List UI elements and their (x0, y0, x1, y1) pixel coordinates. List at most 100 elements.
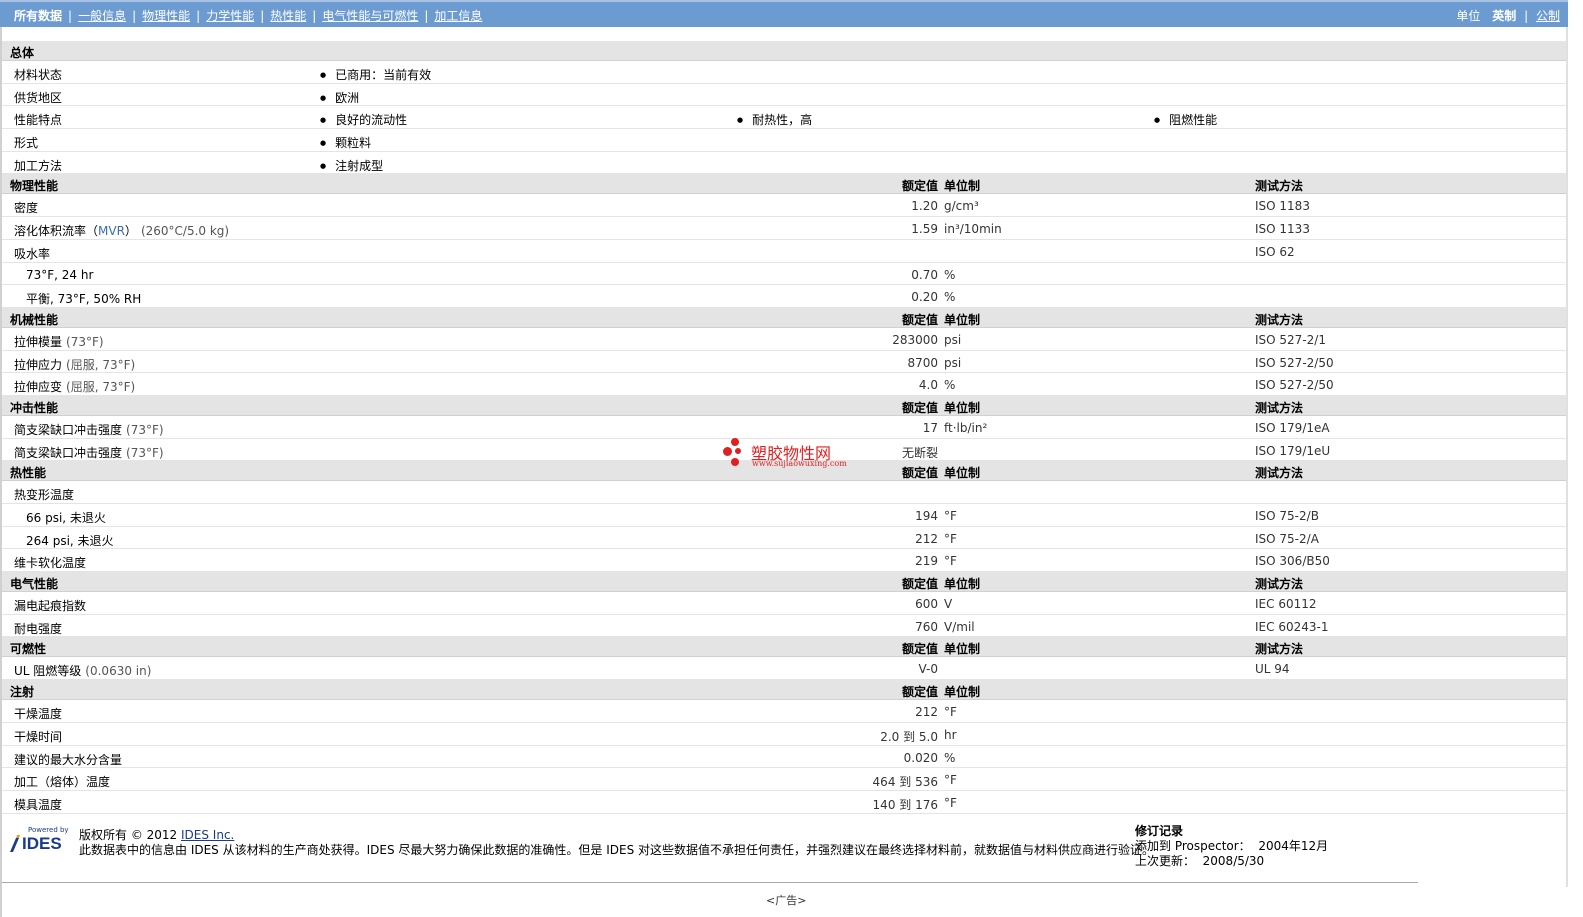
property-value: 无断裂 (901, 445, 938, 460)
property-row: 干燥温度 212 °F (2, 700, 1566, 723)
general-row-item: 耐热性，高 (737, 111, 812, 128)
revision-history: 修订记录 添加到 Prospector： 2004年12月 上次更新： 2008… (1135, 824, 1328, 869)
property-name: 吸水率 (14, 245, 50, 262)
general-row-item: 注射成型 (320, 157, 383, 174)
property-row: 干燥时间 2.0 到 5.0 hr (2, 723, 1566, 746)
property-method: ISO 306/B50 (1255, 554, 1330, 569)
property-value: 4.0 (918, 378, 938, 393)
general-row-label: 加工方法 (14, 158, 63, 173)
property-abbr: MVR (98, 224, 125, 239)
property-name-text: 264 psi, 未退火 (26, 533, 114, 548)
property-name-text: UL 阻燃等级 (14, 664, 82, 679)
property-unit: °F (944, 509, 957, 523)
property-value: 219 (915, 554, 938, 569)
property-value: 0.70 (911, 267, 938, 282)
general-row-item: 欧洲 (320, 89, 359, 106)
property-name-text: 耐电强度 (14, 621, 63, 636)
ides-logo: Powered by IDES (8, 826, 74, 858)
section-header: 注射 额定值 单位制 (2, 680, 1566, 701)
property-name: 模具温度 (14, 796, 62, 813)
property-name: 干燥温度 (14, 705, 62, 722)
property-name: 干燥时间 (14, 728, 62, 745)
property-unit: °F (944, 773, 957, 788)
header-method: 测试方法 (1255, 400, 1304, 415)
tab-3[interactable]: 力学性能 (206, 9, 254, 23)
unit-metric-link[interactable]: 公制 (1536, 9, 1560, 23)
section-header: 电气性能 额定值 单位制 测试方法 (2, 572, 1566, 593)
tab-6[interactable]: 加工信息 (434, 9, 482, 23)
section-title: 总体 (10, 46, 35, 60)
general-row-item: 良好的流动性 (320, 111, 407, 128)
property-value: V-0 (918, 662, 938, 677)
property-method: ISO 179/1eU (1255, 443, 1331, 458)
ides-inc-link[interactable]: IDES Inc. (181, 828, 234, 842)
property-row: 模具温度 140 到 176 °F (2, 791, 1566, 814)
units-label: 单位 (1456, 9, 1481, 23)
powered-by-text: Powered by (28, 826, 69, 834)
general-row: 性能特点 良好的流动性 耐热性，高 阻燃性能 (2, 106, 1566, 130)
header-unit: 单位制 (944, 685, 981, 700)
section-header: 机械性能 额定值 单位制 测试方法 (2, 307, 1566, 328)
property-name: 264 psi, 未退火 (26, 532, 114, 549)
general-row: 形式 颗粒料 (2, 129, 1566, 152)
property-row: 建议的最大水分含量 0.020% (2, 746, 1566, 769)
property-name: 加工（熔体）温度 (14, 773, 110, 790)
property-value: 212 (915, 705, 938, 720)
ad-label: <广告> (766, 894, 807, 907)
property-name: 拉伸应力 (屈服, 73°F) (14, 356, 135, 373)
general-row: 加工方法 注射成型 (2, 152, 1566, 175)
property-name: 漏电起痕指数 (14, 597, 86, 614)
tab-0[interactable]: 所有数据 (14, 9, 62, 23)
header-unit: 单位制 (944, 179, 981, 194)
property-row: 热变形温度 (2, 481, 1566, 504)
property-name: 建议的最大水分含量 (14, 751, 122, 768)
rev-added-label: 添加到 Prospector： (1135, 839, 1251, 853)
property-name: 维卡软化温度 (14, 554, 86, 571)
property-value: 194 (915, 509, 938, 523)
property-unit: °F (944, 705, 957, 720)
general-row-label: 材料状态 (14, 68, 63, 82)
property-name-text: 加工（熔体）温度 (14, 775, 111, 790)
property-name: 66 psi, 未退火 (26, 509, 106, 526)
property-name: 溶化体积流率（MVR） (260°C/5.0 kg) (14, 222, 229, 239)
property-unit: % (944, 290, 956, 305)
header-value: 额定值 (901, 400, 938, 415)
property-row: UL 阻燃等级 (0.0630 in) V-0 UL 94 (2, 657, 1566, 681)
property-name: 简支梁缺口冲击强度 (73°F) (14, 421, 164, 438)
section-header-general: 总体 (2, 41, 1566, 61)
tab-5[interactable]: 电气性能与可燃性 (322, 9, 418, 23)
tab-4[interactable]: 热性能 (270, 9, 306, 23)
property-unit: % (944, 267, 956, 282)
unit-english-option[interactable]: 英制 (1492, 9, 1516, 23)
property-name-text: 溶化体积流率（ (14, 224, 99, 239)
property-value: 2.0 到 5.0 (880, 729, 938, 744)
property-row: 加工（熔体）温度 464 到 536 °F (2, 768, 1566, 791)
property-unit: g/cm³ (944, 199, 979, 214)
header-method: 测试方法 (1255, 312, 1304, 327)
property-row: 拉伸模量 (73°F) 283000 psi ISO 527-2/1 (2, 328, 1566, 351)
property-unit: psi (944, 355, 962, 370)
property-unit: % (944, 750, 956, 765)
property-row: 密度 1.20 g/cm³ ISO 1183 (2, 194, 1566, 218)
property-value: 1.20 (911, 199, 938, 214)
property-row: 耐电强度 760 V/mil IEC 60243-1 (2, 615, 1566, 638)
property-unit: % (944, 378, 956, 393)
watermark: 塑胶物性网 www.sujiaowuxing.com (723, 438, 853, 472)
general-row-label: 性能特点 (14, 113, 63, 128)
copyright-text: 版权所有 © 2012 (79, 828, 178, 842)
tab-1[interactable]: 一般信息 (78, 9, 126, 23)
section-title: 冲击性能 (10, 400, 59, 415)
section-header: 可燃性 额定值 单位制 测试方法 (2, 637, 1566, 658)
tab-separator: | (132, 9, 137, 23)
section-title: 机械性能 (10, 312, 59, 327)
property-name: 拉伸模量 (73°F) (14, 333, 104, 350)
property-row: 溶化体积流率（MVR） (260°C/5.0 kg) 1.59 in³/10min IS… (2, 217, 1566, 240)
header-value: 额定值 (901, 179, 938, 194)
property-method: ISO 527-2/50 (1255, 355, 1334, 370)
property-value: 8700 (907, 355, 938, 370)
property-row: 吸水率 ISO 62 (2, 240, 1566, 263)
property-condition: (屈服, 73°F) (66, 380, 136, 395)
property-name-text: 干燥时间 (14, 729, 63, 744)
tab-2[interactable]: 物理性能 (142, 9, 190, 23)
property-name-text: 建议的最大水分含量 (14, 752, 123, 767)
